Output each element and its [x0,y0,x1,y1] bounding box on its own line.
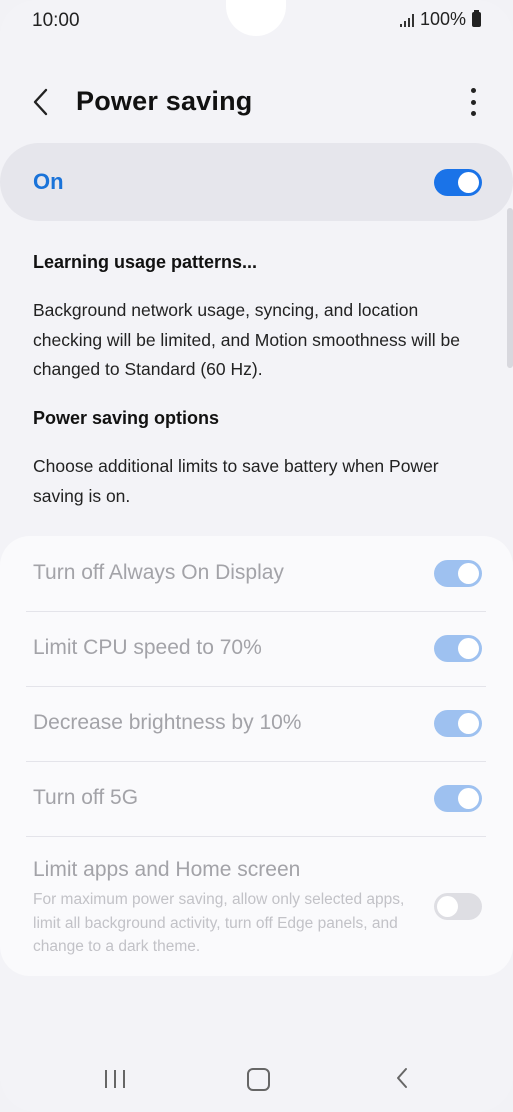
home-icon[interactable] [247,1068,270,1091]
back-icon[interactable] [395,1067,409,1089]
master-switch[interactable] [434,169,482,196]
option-row-5g[interactable]: Turn off 5G [26,761,486,837]
page-title: Power saving [76,86,253,116]
status-time: 10:00 [32,10,80,31]
option-label: Limit CPU speed to 70% [33,636,262,659]
more-vert-icon [470,88,476,93]
status-indicators: 100% [399,9,481,30]
recents-icon[interactable] [105,1070,125,1088]
option-row-always-on-display[interactable]: Turn off Always On Display [26,536,486,612]
option-label: Turn off Always On Display [33,561,284,584]
options-heading: Power saving options [33,408,220,428]
option-label: Limit apps and Home screen [33,858,301,881]
option-switch-always-on-display[interactable] [434,560,482,587]
option-switch-limit-apps[interactable] [434,893,482,920]
learning-status-heading: Learning usage patterns... [33,252,258,272]
power-saving-description: Background network usage, syncing, and l… [33,300,461,379]
power-saving-master-toggle-row[interactable]: On [0,143,513,221]
battery-icon [472,10,481,27]
options-card: Turn off Always On Display Limit CPU spe… [0,536,513,976]
option-row-cpu-speed[interactable]: Limit CPU speed to 70% [26,611,486,687]
navigation-bar [0,1050,513,1110]
signal-icon [399,13,416,27]
option-switch-brightness[interactable] [434,710,482,737]
option-row-brightness[interactable]: Decrease brightness by 10% [26,686,486,762]
battery-percentage: 100% [419,9,466,29]
app-header: Power saving [0,72,513,132]
option-switch-cpu-speed[interactable] [434,635,482,662]
scrollbar[interactable] [507,208,513,368]
master-toggle-label: On [33,169,64,194]
option-row-limit-apps[interactable]: Limit apps and Home screen For maximum p… [26,836,486,971]
more-options-button[interactable] [463,88,483,116]
status-bar: 10:00 100% [0,0,513,42]
option-switch-5g[interactable] [434,785,482,812]
chevron-left-icon [33,88,48,116]
camera-notch [226,0,286,36]
option-label: Decrease brightness by 10% [33,711,302,734]
option-sublabel: For maximum power saving, allow only sel… [33,891,405,955]
option-label: Turn off 5G [33,786,139,809]
back-button[interactable] [28,84,56,120]
phone-screen: 10:00 100% Power saving On Learning usag… [0,0,513,1112]
options-description: Choose additional limits to save battery… [33,456,439,506]
